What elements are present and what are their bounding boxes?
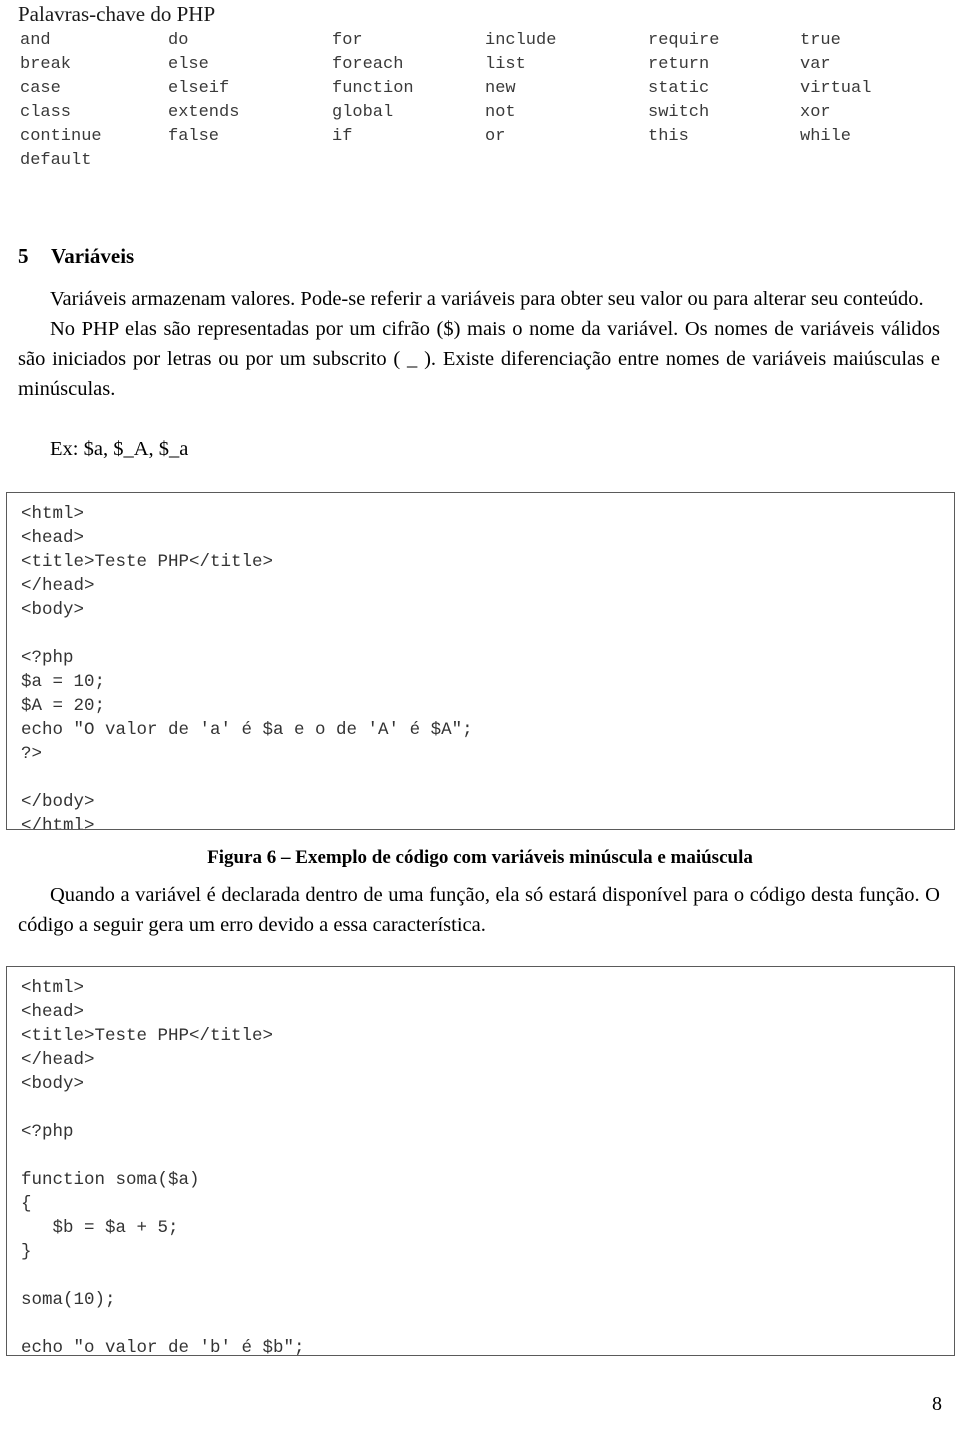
keyword-cell: class: [20, 103, 72, 122]
keyword-cell: if: [332, 127, 353, 146]
keyword-cell: [332, 149, 485, 173]
keyword-cell: and: [20, 31, 51, 50]
keyword-cell: require: [648, 31, 720, 50]
keywords-title: Palavras-chave do PHP: [18, 2, 216, 26]
paragraph-function-scope: Quando a variável é declarada dentro de …: [18, 884, 940, 936]
keyword-cell: var: [800, 55, 831, 74]
keyword-cell: list: [485, 55, 526, 74]
keyword-cell: default: [20, 151, 92, 170]
figure-caption-6: Figura 6 – Exemplo de código com variáve…: [207, 847, 753, 868]
table-row: continue false if or this while: [0, 125, 960, 149]
keyword-cell: do: [168, 31, 189, 50]
keyword-cell: include: [485, 31, 557, 50]
keyword-cell: extends: [168, 103, 240, 122]
keyword-cell: return: [648, 55, 710, 74]
section-number: 5: [18, 244, 29, 269]
keyword-cell: [485, 149, 648, 173]
keyword-cell: static: [648, 79, 710, 98]
keyword-cell: [800, 149, 960, 173]
keyword-cell: false: [168, 127, 220, 146]
keyword-cell: [648, 149, 800, 173]
paragraph-variable-naming: No PHP elas são representadas por um cif…: [18, 318, 940, 400]
table-row: class extends global not switch xor: [0, 101, 960, 125]
keyword-cell: virtual: [800, 79, 872, 98]
table-row: case elseif function new static virtual: [0, 77, 960, 101]
code-block-function-scope: <html> <head> <title>Teste PHP</title> <…: [6, 966, 955, 1356]
code-listing-2: <html> <head> <title>Teste PHP</title> <…: [21, 978, 305, 1356]
table-row: and do for include require true: [0, 29, 960, 53]
keyword-cell: switch: [648, 103, 710, 122]
keyword-cell: function: [332, 79, 414, 98]
keyword-cell: this: [648, 127, 689, 146]
keyword-cell: break: [20, 55, 72, 74]
keyword-cell: foreach: [332, 55, 404, 74]
keyword-cell: or: [485, 127, 506, 146]
paragraph-variables-intro: Variáveis armazenam valores. Pode-se ref…: [50, 288, 924, 310]
page-number: 8: [932, 1393, 942, 1415]
scope-paragraph-block: Quando a variável é declarada dentro de …: [18, 880, 940, 940]
php-keywords-table: and do for include require true break el…: [0, 29, 960, 173]
keyword-cell: continue: [20, 127, 102, 146]
keyword-cell: not: [485, 103, 516, 122]
keyword-cell: case: [20, 79, 61, 98]
keyword-cell: global: [332, 103, 394, 122]
keyword-cell: [168, 149, 332, 173]
table-row: default: [0, 149, 960, 173]
code-block-figure-6: <html> <head> <title>Teste PHP</title> <…: [6, 492, 955, 830]
keyword-cell: else: [168, 55, 209, 74]
keyword-cell: while: [800, 127, 852, 146]
code-listing-1: <html> <head> <title>Teste PHP</title> <…: [21, 504, 473, 830]
section-heading: 5 Variáveis: [18, 243, 134, 269]
keyword-cell: true: [800, 31, 841, 50]
section-title: Variáveis: [51, 244, 135, 269]
table-row: break else foreach list return var: [0, 53, 960, 77]
keyword-cell: new: [485, 79, 516, 98]
keyword-cell: elseif: [168, 79, 230, 98]
intro-paragraphs: Variáveis armazenam valores. Pode-se ref…: [18, 284, 940, 404]
variable-example-line: Ex: $a, $_A, $_a: [50, 438, 189, 460]
keyword-cell: for: [332, 31, 363, 50]
keyword-cell: xor: [800, 103, 831, 122]
